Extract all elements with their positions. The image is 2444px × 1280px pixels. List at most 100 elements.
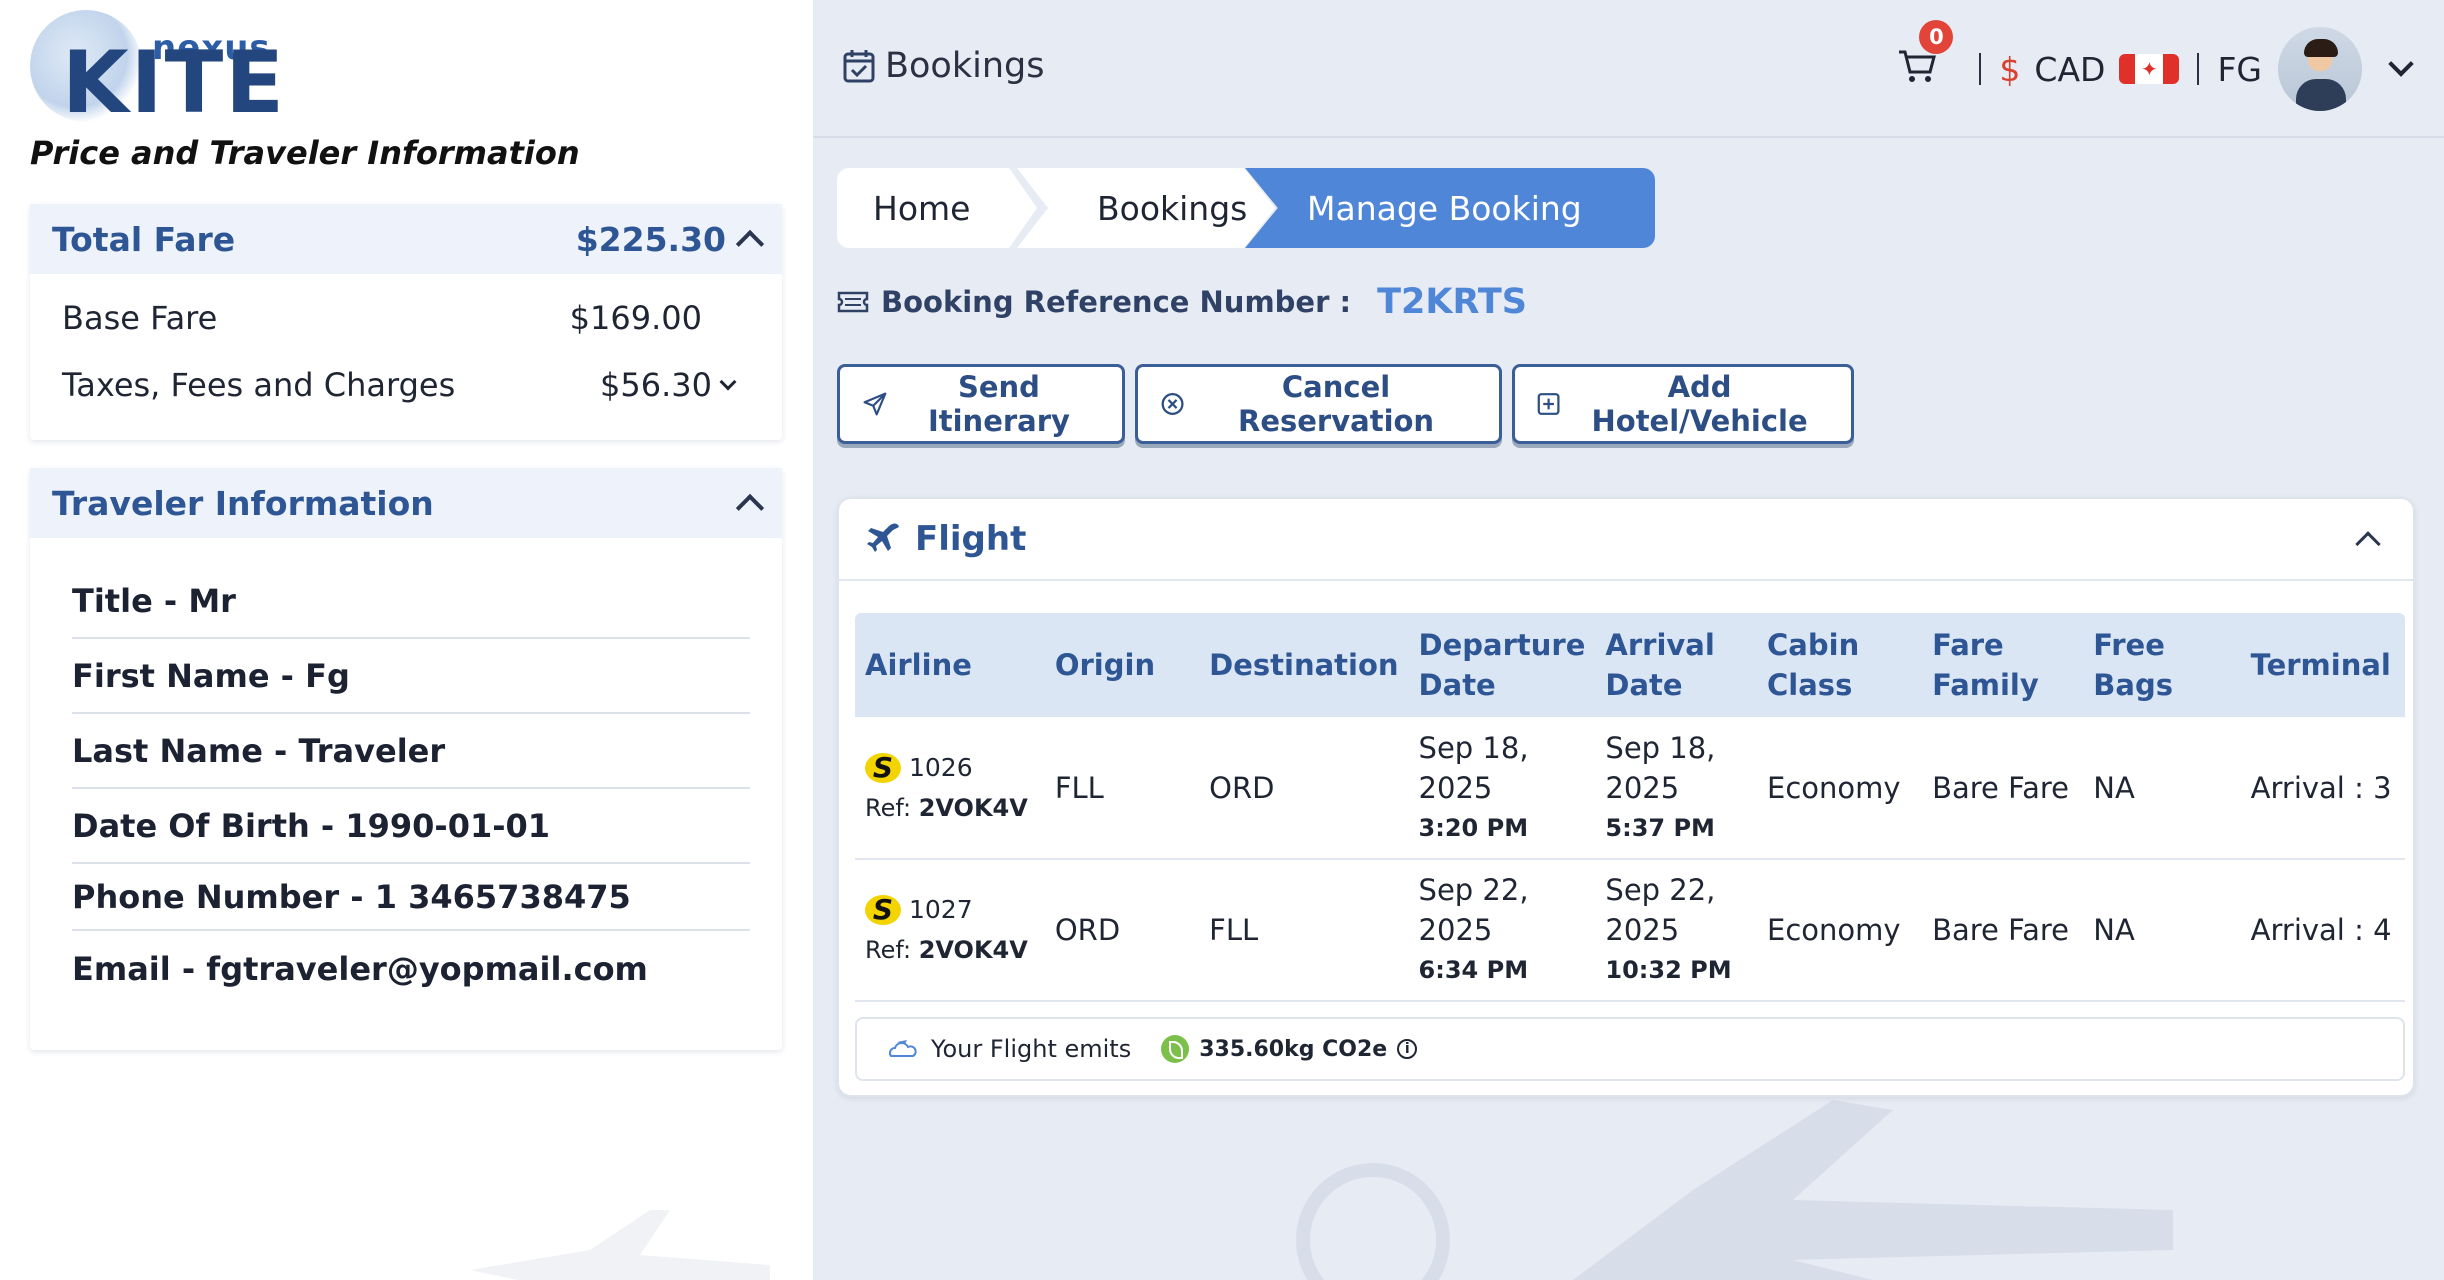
plus-square-icon <box>1537 393 1560 415</box>
top-right-controls: 0 $ CAD ✦ FG <box>1897 20 2414 112</box>
table-row: S 1027 Ref: 2VOK4V ORD FLL Sep 22, 2025 6… <box>855 859 2405 1002</box>
airline-cell: S 1026 Ref: 2VOK4V <box>855 717 1045 860</box>
circle-x-icon <box>1161 393 1184 415</box>
flight-number: 1026 <box>909 752 973 782</box>
traveler-dob: Date Of Birth - 1990-01-01 <box>72 789 750 864</box>
cancel-reservation-button[interactable]: Cancel Reservation <box>1135 364 1502 444</box>
airplane-icon <box>867 523 899 552</box>
col-cabin-class: Cabin Class <box>1757 613 1923 717</box>
fare-header[interactable]: Total Fare $225.30 <box>30 204 782 274</box>
col-airline: Airline <box>855 613 1045 717</box>
cart-button[interactable]: 0 <box>1897 20 1954 92</box>
base-fare-row: Base Fare $169.00 <box>30 284 782 351</box>
traveler-email: Email - fgtraveler@yopmail.com <box>72 949 648 988</box>
bags-cell: NA <box>2083 859 2241 1002</box>
col-origin: Origin <box>1044 613 1200 717</box>
terminal-cell: Arrival : 3 <box>2240 717 2405 860</box>
booking-reference: Booking Reference Number : T2KRTS <box>837 282 1527 322</box>
emission-value: 335.60kg CO2e <box>1199 1036 1388 1062</box>
col-destination: Destination <box>1199 613 1409 717</box>
send-itinerary-button[interactable]: Send Itinerary <box>837 364 1125 444</box>
background-plane-icon <box>470 1210 770 1280</box>
add-hotel-vehicle-label: Add Hotel/Vehicle <box>1591 370 1808 438</box>
panel-title: Price and Traveler Information <box>30 134 580 172</box>
destination-cell: FLL <box>1199 859 1409 1002</box>
divider <box>1979 53 1982 85</box>
col-arrival-date: Arrival Date <box>1595 613 1758 717</box>
avatar[interactable] <box>2278 27 2362 111</box>
traveler-info-label: Traveler Information <box>52 483 434 523</box>
taxes-label: Taxes, Fees and Charges <box>62 365 456 404</box>
cabin-cell: Economy <box>1757 859 1923 1002</box>
traveler-list: Title - Mr First Name - Fg Last Name - T… <box>30 538 782 1050</box>
paper-plane-icon <box>863 392 887 416</box>
price-traveler-panel: nexus KITE Price and Traveler Informatio… <box>0 0 813 1280</box>
base-fare-label: Base Fare <box>62 298 218 337</box>
info-icon[interactable]: i <box>1397 1039 1418 1059</box>
page-title-text: Bookings <box>885 46 1045 86</box>
booking-ref-value: T2KRTS <box>1377 282 1527 322</box>
chevron-down-icon[interactable] <box>2388 51 2414 77</box>
user-menu[interactable]: FG <box>2217 27 2414 111</box>
flight-ref: Ref: 2VOK4V <box>865 936 1028 964</box>
taxes-row[interactable]: Taxes, Fees and Charges $56.30 <box>30 351 782 418</box>
breadcrumb-bookings[interactable]: Bookings <box>1017 168 1275 248</box>
terminal-cell: Arrival : 4 <box>2240 859 2405 1002</box>
origin-cell: FLL <box>1044 717 1200 860</box>
fare-family-cell: Bare Fare <box>1922 717 2084 860</box>
top-bar: Bookings 0 $ CAD ✦ FG <box>813 0 2444 138</box>
breadcrumb: Home Bookings Manage Booking <box>837 168 1655 248</box>
chevron-up-icon[interactable] <box>2355 531 2381 557</box>
page-title: Bookings <box>843 46 1044 86</box>
user-initials: FG <box>2217 49 2262 89</box>
traveler-card: Traveler Information Title - Mr First Na… <box>30 468 782 1050</box>
col-free-bags: Free Bags <box>2083 613 2241 717</box>
canada-flag-icon: ✦ <box>2119 54 2180 84</box>
background-plane-icon <box>1296 1100 2173 1280</box>
spirit-airline-logo-icon: S <box>865 893 901 926</box>
flight-header[interactable]: Flight <box>839 499 2413 581</box>
ticket-icon <box>837 291 869 313</box>
traveler-header[interactable]: Traveler Information <box>30 468 782 538</box>
chevron-up-icon[interactable] <box>735 229 765 259</box>
traveler-first-name: First Name - Fg <box>72 639 750 714</box>
taxes-value: $56.30 <box>600 365 712 404</box>
departure-cell: Sep 18, 2025 3:20 PM <box>1408 717 1596 860</box>
arrival-cell: Sep 18, 2025 5:37 PM <box>1595 717 1758 860</box>
flight-ref: Ref: 2VOK4V <box>865 793 1028 822</box>
destination-cell: ORD <box>1199 717 1409 860</box>
logo-kite-text: KITE <box>62 33 287 133</box>
add-hotel-vehicle-button[interactable]: Add Hotel/Vehicle <box>1512 364 1854 444</box>
plane-cloud-icon <box>889 1040 917 1057</box>
calendar-check-icon <box>843 50 875 83</box>
send-itinerary-label: Send Itinerary <box>927 370 1070 438</box>
emission-bar: Your Flight emits 335.60kg CO2e i <box>855 1017 2405 1081</box>
cart-count-badge: 0 <box>1919 20 1954 54</box>
emission-label: Your Flight emits <box>931 1035 1132 1063</box>
chevron-up-icon[interactable] <box>735 493 765 523</box>
leaf-icon <box>1161 1035 1190 1063</box>
traveler-last-name: Last Name - Traveler <box>72 714 750 789</box>
col-terminal: Terminal <box>2240 613 2405 717</box>
table-row: S 1026 Ref: 2VOK4V FLL ORD Sep 18, 2025 3… <box>855 717 2405 860</box>
flight-title: Flight <box>915 519 1027 559</box>
traveler-title: Title - Mr <box>72 564 750 639</box>
col-departure-date: Departure Date <box>1408 613 1596 717</box>
flight-card: Flight Airline Origin Destination Depart… <box>837 497 2415 1097</box>
departure-cell: Sep 22, 2025 6:34 PM <box>1408 859 1596 1002</box>
flight-number: 1027 <box>909 895 973 924</box>
col-fare-family: Fare Family <box>1922 613 2084 717</box>
booking-ref-label: Booking Reference Number : <box>881 285 1352 319</box>
chevron-down-icon[interactable] <box>719 373 737 390</box>
spirit-airline-logo-icon: S <box>865 751 901 784</box>
currency-selector[interactable]: $ CAD ✦ <box>1999 49 2180 89</box>
action-buttons: Send Itinerary Cancel Reservation Add Ho… <box>837 364 1854 444</box>
breadcrumb-home[interactable]: Home <box>837 168 1037 248</box>
fare-family-cell: Bare Fare <box>1922 859 2084 1002</box>
base-fare-value: $169.00 <box>569 298 702 337</box>
traveler-phone: Phone Number - 1 3465738475 <box>72 864 750 931</box>
fare-card: Total Fare $225.30 Base Fare $169.00 Tax… <box>30 204 782 440</box>
dollar-icon: $ <box>1999 49 2021 89</box>
bags-cell: NA <box>2083 717 2241 860</box>
nexus-kite-logo[interactable]: nexus KITE <box>24 6 284 128</box>
